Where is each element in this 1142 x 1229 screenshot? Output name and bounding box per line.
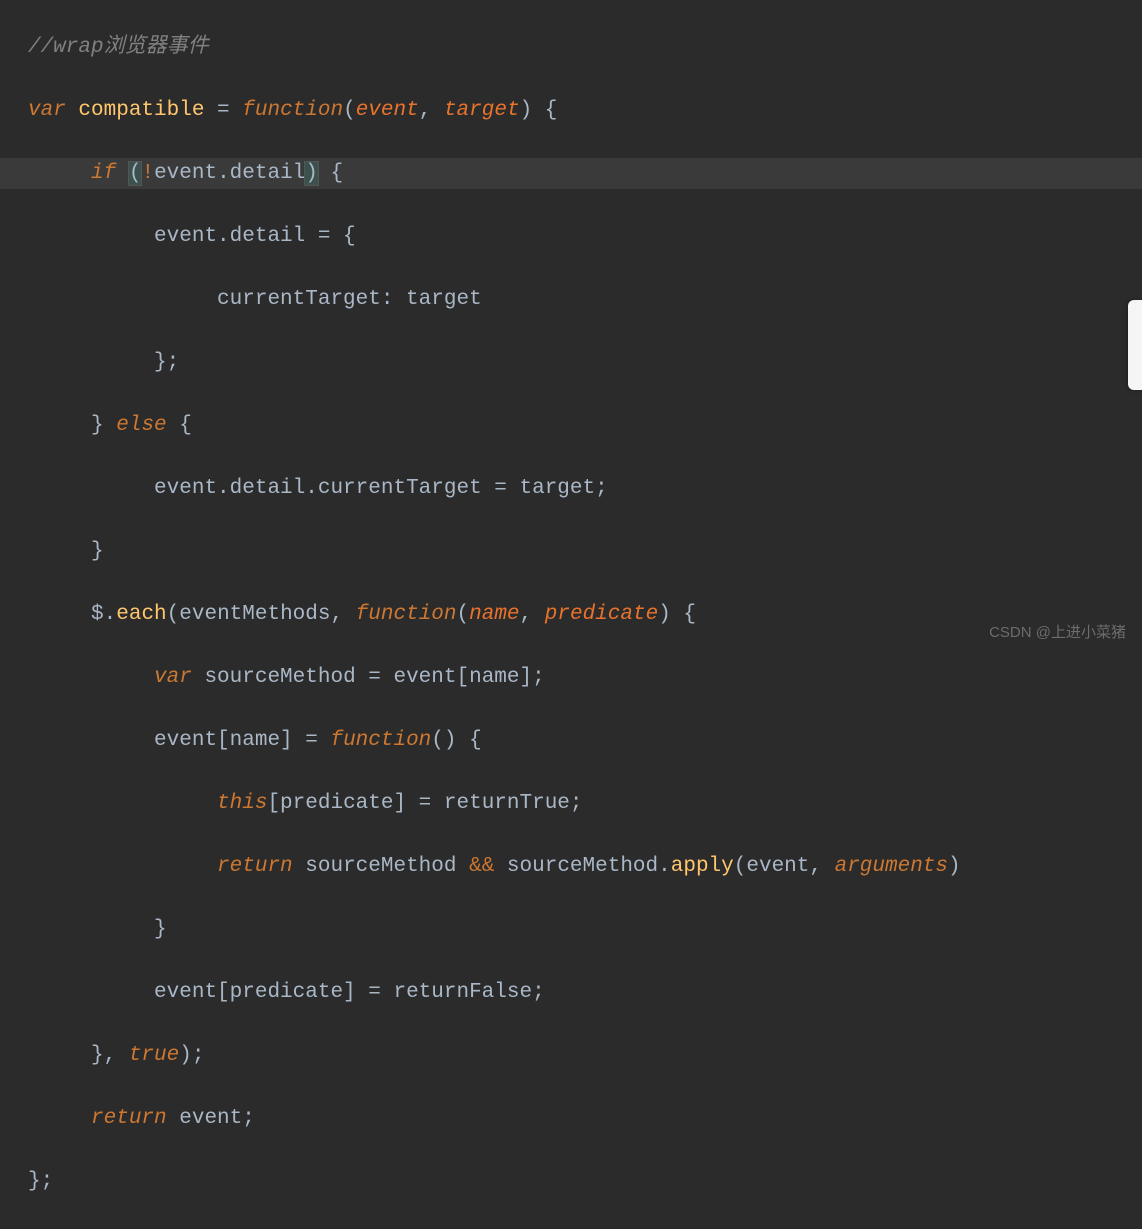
code-line: currentTarget: target [28,284,1142,316]
comment: //wrap浏览器事件 [28,36,209,59]
code-line: //wrap浏览器事件 [28,32,1142,64]
code-line: return sourceMethod && sourceMethod.appl… [28,851,1142,883]
code-line: event.detail.currentTarget = target; [28,473,1142,505]
code-line: }; [28,347,1142,379]
code-line: event[predicate] = returnFalse; [28,977,1142,1009]
watermark: CSDN @上进小菜猪 [989,622,1126,645]
code-line: var sourceMethod = event[name]; [28,662,1142,694]
code-line: this[predicate] = returnTrue; [28,788,1142,820]
code-line-active: if (!event.detail) { [0,158,1142,190]
code-line: $.each(eventMethods, function(name, pred… [28,599,1142,631]
code-line: event.detail = { [28,221,1142,253]
code-line: return event; [28,1103,1142,1135]
code-line: event[name] = function() { [28,725,1142,757]
side-panel-tab[interactable] [1128,300,1142,390]
code-line: } else { [28,410,1142,442]
code-line: }, true); [28,1040,1142,1072]
code-line: var compatible = function(event, target)… [28,95,1142,127]
code-line: } [28,536,1142,568]
code-editor[interactable]: //wrap浏览器事件 var compatible = function(ev… [0,0,1142,1229]
code-line: } [28,914,1142,946]
code-line: }; [28,1166,1142,1198]
